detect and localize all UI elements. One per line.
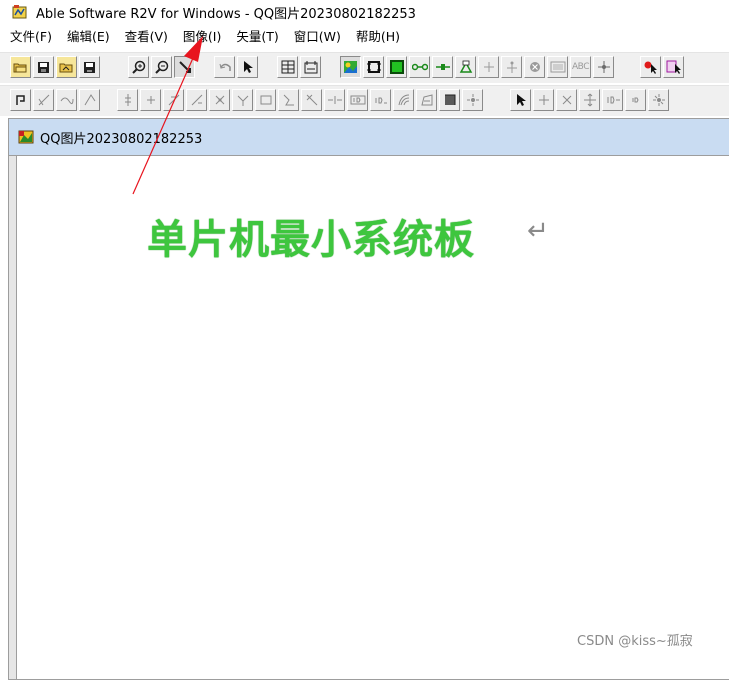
select-box-icon[interactable] <box>663 56 684 78</box>
id-small-icon[interactable] <box>625 89 646 111</box>
vector-green-box-icon[interactable] <box>386 56 407 78</box>
polyline-icon[interactable] <box>278 89 299 111</box>
document-title: QQ图片20230802182253 <box>40 131 203 147</box>
r2v-app-icon <box>12 4 28 20</box>
pan-icon[interactable] <box>174 56 195 78</box>
light-point-icon[interactable] <box>648 89 669 111</box>
fill-region-icon[interactable] <box>439 89 460 111</box>
image-edit-icon[interactable] <box>300 56 321 78</box>
select-red-icon[interactable] <box>640 56 661 78</box>
vertical-node-icon[interactable] <box>117 89 138 111</box>
angle-line-icon[interactable] <box>79 89 100 111</box>
zoom-in-icon[interactable] <box>128 56 149 78</box>
zoom-out-icon[interactable] <box>151 56 172 78</box>
undo-icon[interactable] <box>214 56 235 78</box>
split-line-icon[interactable] <box>186 89 207 111</box>
watermark: CSDN @kiss~孤寂 <box>577 634 693 649</box>
menu-vector[interactable]: 矢量(T) <box>229 26 285 45</box>
main-toolbar: ABC <box>0 52 729 83</box>
open-vector-icon[interactable] <box>56 56 77 78</box>
move-node-icon[interactable] <box>579 89 600 111</box>
menu-file[interactable]: 文件(F) <box>0 26 59 45</box>
horizontal-node-icon[interactable] <box>140 89 161 111</box>
text-box-icon[interactable] <box>547 56 568 78</box>
add-node-icon[interactable] <box>533 89 554 111</box>
menu-edit[interactable]: 编辑(E) <box>60 26 117 45</box>
edge-icon[interactable] <box>432 56 453 78</box>
crosshair-icon[interactable] <box>593 56 614 78</box>
point-label-icon[interactable] <box>501 56 522 78</box>
document-titlebar: QQ图片20230802182253 <box>9 119 729 156</box>
save-vector-icon[interactable] <box>79 56 100 78</box>
trace-icon[interactable] <box>10 89 31 111</box>
break-line-icon[interactable] <box>324 89 345 111</box>
menu-image[interactable]: 图像(I) <box>176 26 228 45</box>
image-document-icon <box>18 129 34 145</box>
image-text: 单片机最小系统板 <box>147 217 475 263</box>
contour-icon[interactable] <box>393 89 414 111</box>
image-process-icon[interactable] <box>277 56 298 78</box>
polygon-icon[interactable] <box>416 89 437 111</box>
sun-point-icon[interactable] <box>462 89 483 111</box>
ocr-icon[interactable]: ABC <box>570 56 591 78</box>
point-icon[interactable] <box>478 56 499 78</box>
join-icon[interactable] <box>232 89 253 111</box>
id-node-icon[interactable] <box>602 89 623 111</box>
frame-icon[interactable] <box>363 56 384 78</box>
node-line-icon[interactable] <box>409 56 430 78</box>
diagonal-node-icon[interactable] <box>163 89 184 111</box>
window-titlebar: Able Software R2V for Windows - QQ图片2023… <box>0 0 729 24</box>
open-folder-icon[interactable] <box>10 56 31 78</box>
id-show-icon[interactable] <box>370 89 391 111</box>
select-node-icon[interactable] <box>510 89 531 111</box>
menu-window[interactable]: 窗口(W) <box>287 26 348 45</box>
menu-help[interactable]: 帮助(H) <box>349 26 407 45</box>
delete-point-icon[interactable] <box>524 56 545 78</box>
merge-icon[interactable] <box>209 89 230 111</box>
document-left-border <box>9 156 17 679</box>
menu-view[interactable]: 查看(V) <box>118 26 175 45</box>
vector-toolbar <box>0 85 729 116</box>
image-canvas[interactable]: 单片机最小系统板 ↵ <box>17 156 729 679</box>
return-mark: ↵ <box>527 216 549 246</box>
id-label-icon[interactable] <box>455 56 476 78</box>
line-edit-icon[interactable] <box>301 89 322 111</box>
line-trace-icon[interactable] <box>33 89 54 111</box>
rectangle-icon[interactable] <box>255 89 276 111</box>
curve-trace-icon[interactable] <box>56 89 77 111</box>
window-title: Able Software R2V for Windows - QQ图片2023… <box>36 6 416 22</box>
menu-bar: 文件(F) 编辑(E) 查看(V) 图像(I) 矢量(T) 窗口(W) 帮助(H… <box>0 24 729 46</box>
select-arrow-icon[interactable] <box>237 56 258 78</box>
color-image-icon[interactable] <box>340 56 361 78</box>
id-set-icon[interactable] <box>347 89 368 111</box>
remove-node-icon[interactable] <box>556 89 577 111</box>
document-window: QQ图片20230802182253 单片机最小系统板 ↵ <box>8 118 729 680</box>
save-icon[interactable] <box>33 56 54 78</box>
